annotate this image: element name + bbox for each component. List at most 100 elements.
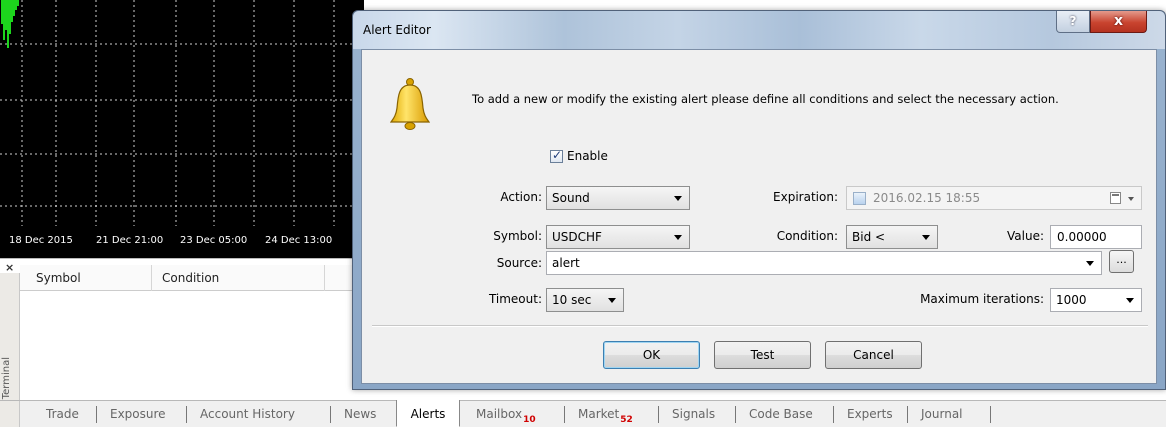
action-value: Sound — [552, 191, 590, 205]
dropdown-arrow-icon — [922, 235, 930, 240]
close-button[interactable]: x — [1090, 11, 1147, 33]
time-label: 23 Dec 05:00 — [180, 235, 248, 246]
value-input[interactable]: 0.00000 — [1050, 225, 1142, 249]
dropdown-arrow-icon — [608, 298, 616, 303]
tab-label: Account History — [200, 407, 295, 421]
dialog-body: To add a new or modify the existing aler… — [361, 49, 1157, 384]
time-label: 24 Dec 13:00 — [265, 235, 333, 246]
tab-alerts[interactable]: Alerts — [396, 400, 460, 427]
condition-label: Condition: — [776, 229, 838, 243]
tab-signals[interactable]: Signals — [672, 401, 715, 427]
chart-grid — [0, 0, 364, 226]
column-divider[interactable] — [324, 265, 325, 291]
source-combobox[interactable]: alert — [546, 251, 1102, 275]
tab-label: Signals — [672, 407, 716, 421]
bell-icon — [390, 78, 430, 130]
browse-button[interactable]: ... — [1109, 250, 1134, 273]
tab-label: Mailbox — [476, 407, 523, 421]
tab-label: Journal — [921, 407, 963, 421]
tab-trade[interactable]: Trade — [46, 401, 79, 427]
column-divider[interactable] — [151, 265, 152, 291]
tab-label: Experts — [847, 407, 893, 421]
price-chart[interactable]: 18 Dec 2015 21 Dec 21:00 23 Dec 05:00 24… — [0, 0, 364, 258]
source-label: Source: — [496, 256, 542, 270]
tab-market[interactable]: Market52 — [578, 401, 633, 427]
tab-label: Trade — [46, 407, 79, 421]
help-icon: ? — [1069, 14, 1077, 28]
tab-label: Alerts — [410, 407, 446, 421]
column-header-condition[interactable]: Condition — [162, 271, 219, 285]
condition-select[interactable]: Bid < — [846, 225, 938, 249]
max-iterations-label: Maximum iterations: — [920, 292, 1044, 306]
dropdown-arrow-icon — [1128, 197, 1134, 201]
time-label: 18 Dec 2015 — [9, 235, 73, 246]
tab-mailbox[interactable]: Mailbox10 — [476, 401, 536, 427]
timeout-value: 10 sec — [552, 293, 592, 307]
action-select[interactable]: Sound — [546, 186, 690, 210]
divider — [372, 325, 1148, 327]
tab-code-base[interactable]: Code Base — [749, 401, 813, 427]
dropdown-arrow-icon[interactable] — [1126, 298, 1134, 303]
enable-checkbox[interactable]: ✓ — [550, 148, 563, 163]
time-label: 21 Dec 21:00 — [96, 235, 164, 246]
intro-text: To add a new or modify the existing aler… — [472, 92, 1059, 106]
dropdown-arrow-icon[interactable] — [1086, 261, 1094, 266]
tab-label: Code Base — [749, 407, 813, 421]
max-iterations-value: 1000 — [1056, 293, 1087, 307]
alerts-table-header: Symbol Condition — [20, 265, 364, 291]
column-header-symbol[interactable]: Symbol — [36, 271, 81, 285]
expiration-value: 2016.02.15 18:55 — [873, 191, 981, 205]
tab-separator — [833, 406, 834, 423]
symbol-select[interactable]: USDCHF — [546, 225, 690, 249]
tab-journal[interactable]: Journal — [921, 401, 963, 427]
alert-editor-dialog: Alert Editor ? x To add a new or modify … — [352, 10, 1166, 390]
source-value: alert — [552, 256, 580, 270]
terminal-side-strip: Terminal — [0, 273, 20, 401]
tab-separator — [907, 406, 908, 423]
mailbox-count-badge: 10 — [523, 415, 536, 425]
action-label: Action: — [500, 190, 542, 204]
symbol-value: USDCHF — [552, 230, 602, 244]
terminal-panel: × Terminal Symbol Condition — [0, 258, 364, 401]
chart-time-axis: 18 Dec 2015 21 Dec 21:00 23 Dec 05:00 24… — [0, 226, 364, 258]
tab-experts[interactable]: Experts — [847, 401, 893, 427]
max-iterations-combobox[interactable]: 1000 — [1050, 288, 1142, 312]
tab-separator — [96, 406, 97, 423]
tab-separator — [186, 406, 187, 423]
tab-exposure[interactable]: Exposure — [110, 401, 166, 427]
cancel-button[interactable]: Cancel — [825, 341, 922, 369]
tab-label: News — [344, 407, 377, 421]
expiration-checkbox[interactable] — [853, 192, 866, 205]
symbol-label: Symbol: — [493, 229, 542, 243]
tab-separator — [564, 406, 565, 423]
close-icon: x — [1113, 13, 1124, 29]
tab-account-history[interactable]: Account History — [200, 401, 295, 427]
calendar-icon[interactable] — [1110, 192, 1121, 204]
market-count-badge: 52 — [620, 415, 633, 425]
tab-news[interactable]: News — [344, 401, 376, 427]
dialog-title: Alert Editor — [363, 23, 431, 37]
value-text: 0.00000 — [1057, 230, 1107, 244]
enable-label[interactable]: Enable — [567, 149, 608, 163]
tab-label: Exposure — [110, 407, 166, 421]
expiration-label: Expiration: — [773, 190, 838, 204]
tab-separator — [330, 406, 331, 423]
value-label: Value: — [1007, 229, 1044, 243]
help-button[interactable]: ? — [1056, 11, 1090, 33]
condition-value: Bid < — [852, 230, 886, 244]
terminal-tab-bar: Trade Exposure Account History News Aler… — [0, 400, 1166, 427]
expiration-datetime-field[interactable]: 2016.02.15 18:55 — [846, 186, 1142, 210]
terminal-side-label: Terminal — [1, 356, 12, 399]
checkmark-icon: ✓ — [552, 148, 563, 162]
dialog-titlebar[interactable]: Alert Editor ? x — [353, 11, 1165, 49]
ok-button[interactable]: OK — [603, 341, 700, 369]
tab-separator — [735, 406, 736, 423]
tab-separator — [658, 406, 659, 423]
tab-label: Market — [578, 407, 620, 421]
tab-separator — [990, 406, 991, 423]
test-button[interactable]: Test — [714, 341, 811, 369]
dropdown-arrow-icon — [674, 196, 682, 201]
timeout-select[interactable]: 10 sec — [546, 288, 624, 312]
tab-bar-left-strip — [0, 401, 20, 427]
timeout-label: Timeout: — [488, 292, 542, 306]
